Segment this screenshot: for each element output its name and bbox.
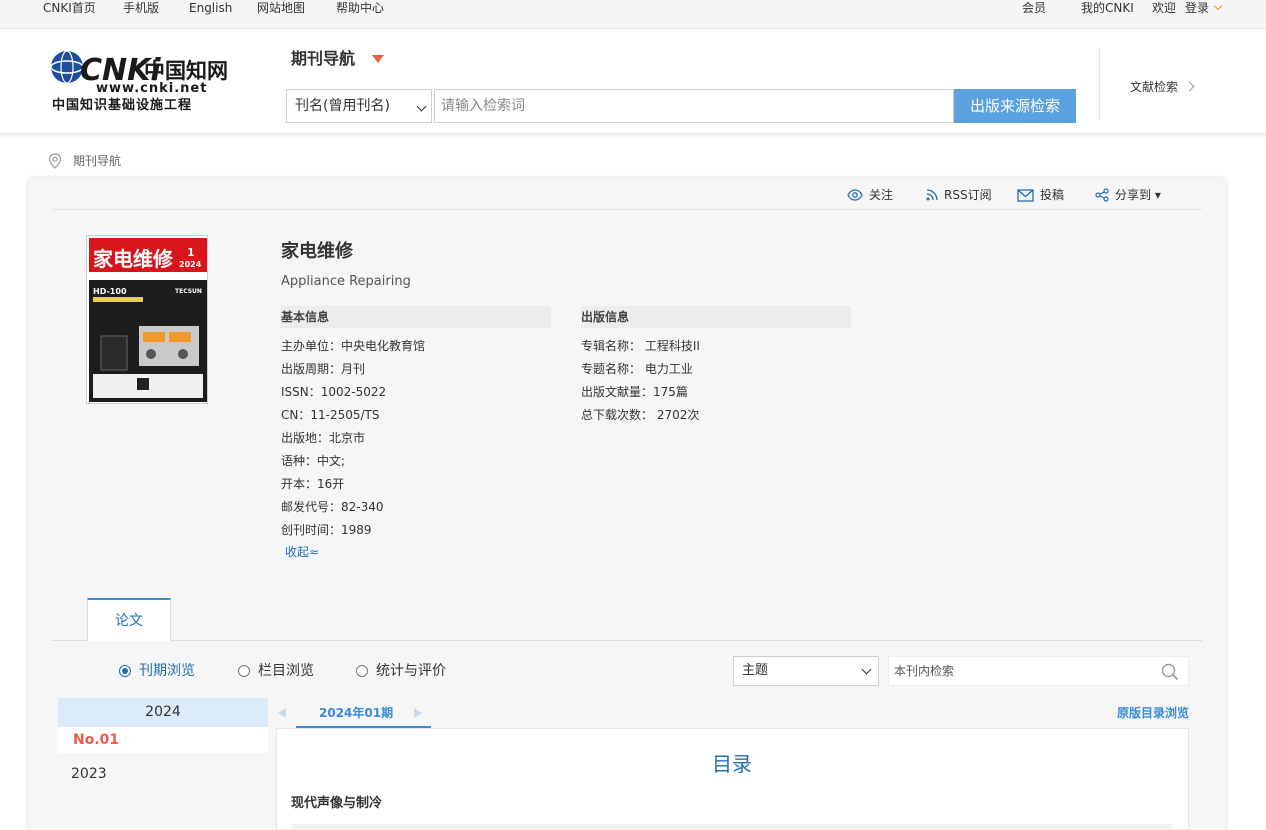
top-bar: CNKI首页 手机版 English 网站地图 帮助中心 会员 我的CNKI 欢… <box>0 0 1266 29</box>
info-period: 出版周期：月刊 <box>281 362 366 376</box>
tab-papers[interactable]: 论文 <box>87 598 171 641</box>
share-icon <box>1095 188 1109 202</box>
logo-slogan-text: 中国知识基础设施工程 <box>52 97 192 112</box>
link-cnki-home[interactable]: CNKI首页 <box>43 0 96 16</box>
journal-nav-title[interactable]: 期刊导航 <box>291 48 355 70</box>
link-my-cnki[interactable]: 我的CNKI <box>1081 0 1134 16</box>
chevron-down-icon <box>416 101 427 112</box>
link-help[interactable]: 帮助中心 <box>336 0 384 16</box>
radio-issue-browse-label: 刊期浏览 <box>139 663 195 679</box>
original-toc-link[interactable]: 原版目录浏览 <box>1117 706 1189 720</box>
radio-issue-browse[interactable]: 刊期浏览 <box>119 662 195 680</box>
toc-row <box>291 824 1173 830</box>
year-2024[interactable]: 2024 <box>58 698 268 727</box>
breadcrumb[interactable]: 期刊导航 <box>73 154 121 168</box>
year-2023[interactable]: 2023 <box>71 765 107 783</box>
publication-info-heading: 出版信息 <box>581 306 851 328</box>
chevron-down-icon <box>861 664 872 675</box>
journal-title: 家电维修 <box>281 241 353 262</box>
cover-year: 2024 <box>179 260 202 269</box>
prev-arrow-icon[interactable] <box>278 708 286 718</box>
info-host-unit: 主办单位：中央电化教育馆 <box>281 339 426 353</box>
caret-down-icon[interactable] <box>372 55 384 63</box>
radio-stats[interactable]: 统计与评价 <box>356 662 446 680</box>
source-search-button[interactable]: 出版来源检索 <box>954 89 1076 123</box>
link-mobile[interactable]: 手机版 <box>123 0 159 16</box>
chevron-down-icon[interactable] <box>1213 1 1223 11</box>
radio-stats-label: 统计与评价 <box>376 663 446 679</box>
follow-button[interactable]: 关注 <box>847 187 893 203</box>
basic-info-heading: 基本信息 <box>281 306 551 328</box>
search-icon[interactable] <box>1161 663 1179 681</box>
login-link[interactable]: 登录 <box>1185 0 1209 16</box>
welcome-text: 欢迎 <box>1152 1 1177 15</box>
toc-panel <box>276 728 1189 830</box>
header-divider <box>1099 48 1100 120</box>
cnki-logo[interactable]: CNKi 中国知网 www.cnki.net 中国知识基础设施工程 <box>50 48 235 113</box>
rss-label: RSS订阅 <box>944 188 992 202</box>
radio-dot <box>238 665 250 677</box>
share-label: 分享到 ▾ <box>1115 188 1161 202</box>
logo-chinese-text: 中国知网 <box>144 58 228 83</box>
info-cn: CN：11-2505/TS <box>281 408 380 422</box>
inner-search-placeholder: 本刊内检索 <box>894 664 955 678</box>
radio-dot <box>356 665 368 677</box>
rss-icon <box>926 189 938 201</box>
journal-subtitle: Appliance Repairing <box>281 274 411 289</box>
field-select-value: 主题 <box>742 663 769 678</box>
info-issn: ISSN：1002-5022 <box>281 385 387 399</box>
rss-button[interactable]: RSS订阅 <box>926 187 992 203</box>
link-english[interactable]: English <box>189 0 232 16</box>
location-pin-icon <box>48 153 62 169</box>
inner-search-input[interactable]: 本刊内检索 <box>888 656 1189 686</box>
collapse-link[interactable]: 收起≈ <box>285 544 319 560</box>
info-postal-code: 邮发代号：82-340 <box>281 500 384 514</box>
search-field-select[interactable]: 刊名(曾用刊名) <box>286 89 432 123</box>
toc-title: 目录 <box>712 752 752 776</box>
submit-button[interactable]: 投稿 <box>1017 187 1064 203</box>
submit-label: 投稿 <box>1040 188 1065 202</box>
follow-label: 关注 <box>869 188 894 202</box>
info-language: 语种：中文; <box>281 454 346 468</box>
logo-url-text: www.cnki.net <box>96 81 207 96</box>
link-member[interactable]: 会员 <box>1022 0 1046 16</box>
divider <box>52 209 1202 210</box>
toc-section-heading: 现代声像与制冷 <box>291 796 383 811</box>
doc-search-link[interactable]: 文献检索 <box>1130 79 1178 95</box>
envelope-icon <box>1017 188 1034 202</box>
issue-tab-label[interactable]: 2024年01期 <box>319 706 393 720</box>
field-select[interactable]: 主题 <box>733 656 879 686</box>
cover-issue: 1 <box>187 246 195 259</box>
info-album: 专辑名称： 工程科技II <box>581 339 700 353</box>
next-arrow-icon[interactable] <box>414 708 422 718</box>
cover-brand: TECSUN <box>175 288 202 295</box>
radio-dot <box>119 665 131 677</box>
cover-product: HD-100 <box>93 287 127 296</box>
search-field-value: 刊名(曾用刊名) <box>295 98 390 114</box>
journal-cover-image: 家电维修 1 2024 HD-100 TECSUN <box>86 235 208 404</box>
tab-divider <box>52 640 1202 641</box>
share-button[interactable]: 分享到 ▾ <box>1095 187 1161 203</box>
info-place: 出版地：北京市 <box>281 431 366 445</box>
info-founded: 创刊时间：1989 <box>281 523 372 537</box>
info-doc-count: 出版文献量：175篇 <box>581 385 688 399</box>
info-downloads: 总下载次数： 2702次 <box>581 408 700 422</box>
radio-column-browse-label: 栏目浏览 <box>258 663 314 679</box>
info-topic: 专题名称： 电力工业 <box>581 362 693 376</box>
cover-title: 家电维修 <box>93 247 174 271</box>
link-sitemap[interactable]: 网站地图 <box>257 0 305 16</box>
eye-icon <box>847 189 863 201</box>
issue-no01[interactable]: No.01 <box>58 727 268 753</box>
radio-column-browse[interactable]: 栏目浏览 <box>238 662 314 680</box>
search-input[interactable]: 请输入检索词 <box>434 89 954 123</box>
info-format: 开本：16开 <box>281 477 345 491</box>
